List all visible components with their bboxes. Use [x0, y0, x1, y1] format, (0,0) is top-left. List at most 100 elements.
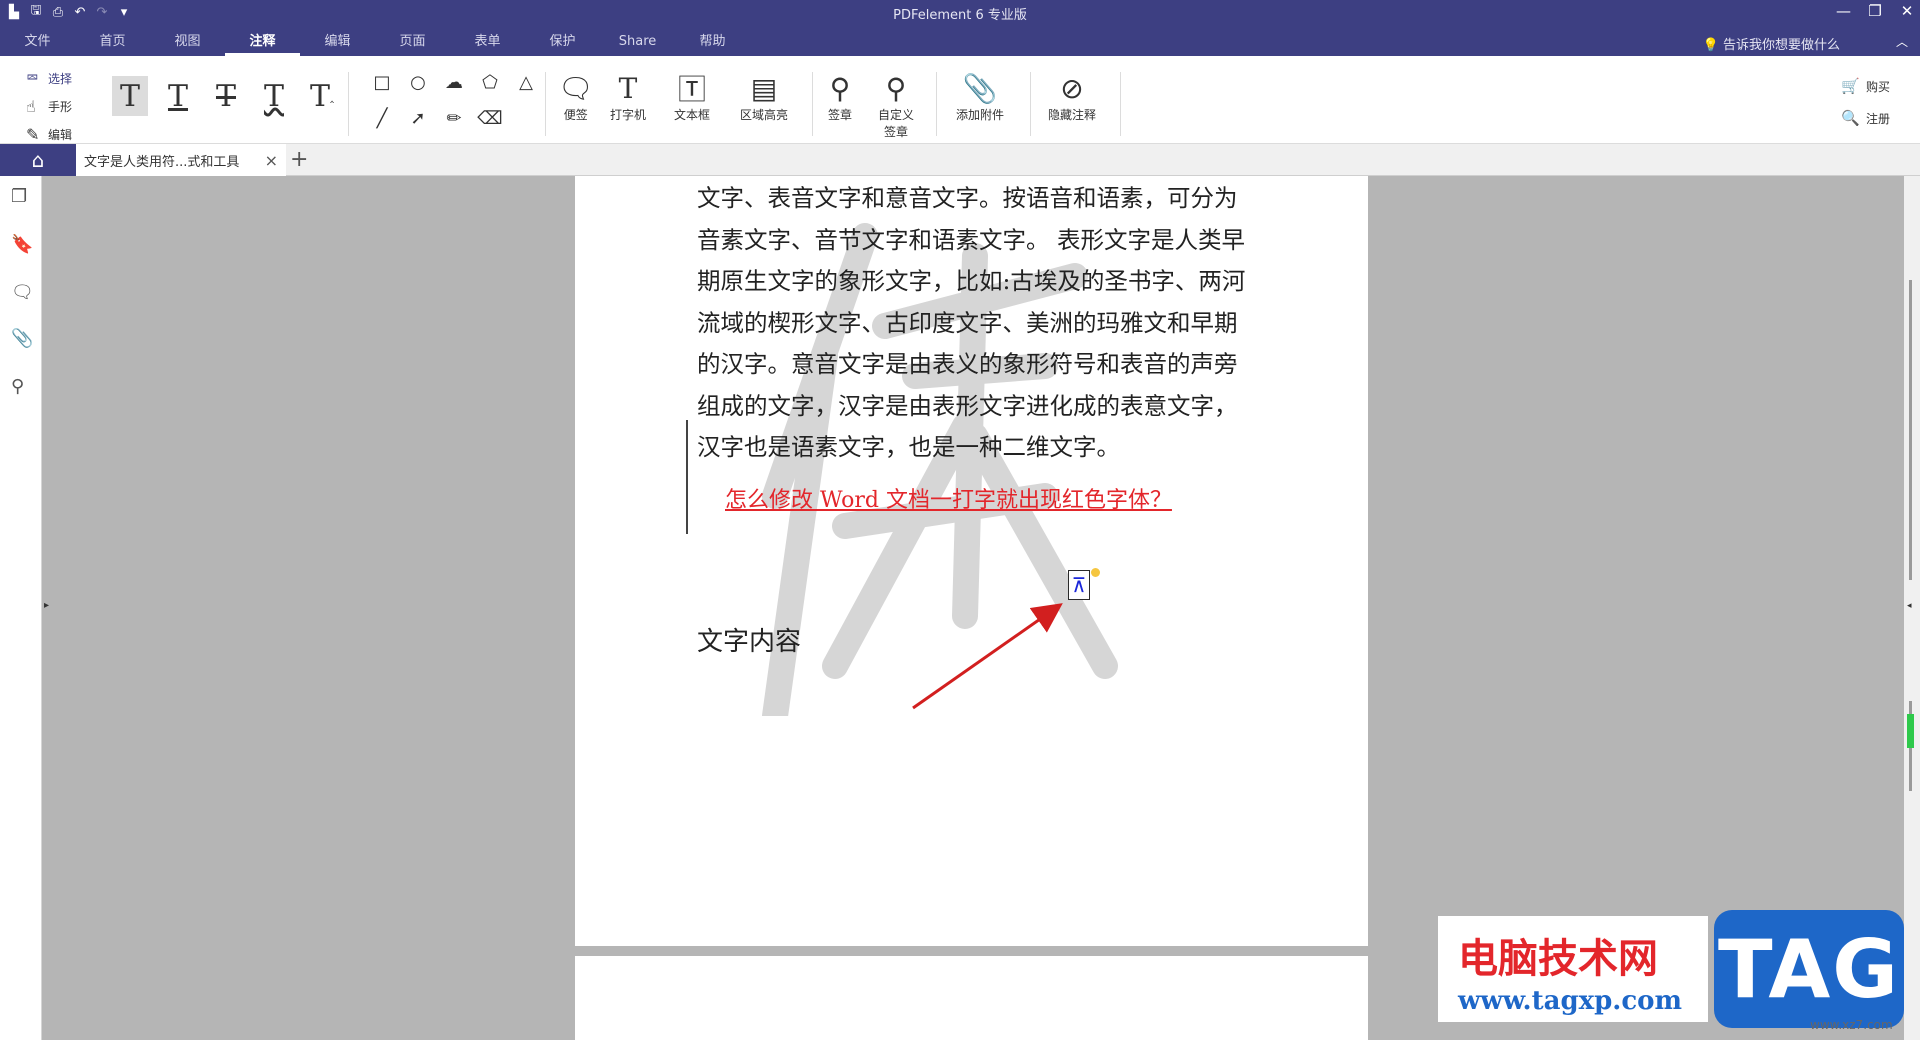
add-attachment-button[interactable]: 📎 添加附件: [956, 70, 1004, 123]
expand-panel-arrow[interactable]: ▸: [44, 600, 49, 611]
red-link-text[interactable]: 怎么修改 Word 文档一打字就出现红色字体？: [725, 482, 1172, 514]
scroll-arrow[interactable]: ◂: [1907, 601, 1912, 611]
highlight-text-button[interactable]: T: [112, 76, 148, 116]
lightbulb-icon: 💡: [1702, 38, 1719, 53]
strikethrough-text-button[interactable]: T: [208, 76, 244, 116]
text-markup-tools: T T T T T ‸: [112, 76, 340, 116]
tell-me-search[interactable]: 💡 告诉我你想要做什么: [1703, 34, 1840, 53]
text-line: 组成的文字，汉字是由表形文字进化成的表意文字，: [697, 391, 1238, 420]
note-label: 便签: [563, 108, 588, 122]
comments-icon[interactable]: 🗨: [11, 282, 34, 303]
area-highlight-label: 区域高亮: [740, 108, 789, 122]
textbox-button[interactable]: 🅃 文本框: [674, 70, 710, 123]
menu-share[interactable]: Share: [600, 30, 675, 56]
arrow-icon[interactable]: ➚: [400, 106, 436, 130]
document-tab-title: 文字是人类用符...式和工具: [84, 154, 240, 170]
polygon-icon[interactable]: ⬠: [472, 70, 508, 94]
text-line: 流域的楔形文字、古印度文字、美洲的玛雅文和早期: [697, 308, 1238, 337]
menu-help[interactable]: 帮助: [675, 30, 750, 56]
selection-tools: ⮹ 选择 ☝ 手形 ✎ 编辑: [26, 64, 72, 148]
buy-label: 购买: [1865, 79, 1890, 94]
cursor-icon: ⮹: [26, 68, 39, 87]
shape-tools: □ ○ ☁ ⬠ △ ╱ ➚ ✏ ⌫: [364, 70, 544, 130]
window-controls: — ❐ ✕: [1836, 2, 1914, 20]
site-watermark: 电脑技术网 www.tagxp.com TAG www.xz7.com: [1430, 906, 1920, 1040]
site-watermark-panel: 电脑技术网 www.tagxp.com: [1438, 916, 1708, 1022]
menu-form[interactable]: 表单: [450, 30, 525, 56]
menu-file[interactable]: 文件: [0, 30, 75, 56]
separator: [812, 72, 813, 136]
stamp-label: 签章: [828, 108, 853, 122]
menu-edit[interactable]: 编辑: [300, 30, 375, 56]
search-icon[interactable]: ⚲: [11, 376, 24, 397]
menu-view[interactable]: 视图: [150, 30, 225, 56]
minimize-button[interactable]: —: [1836, 2, 1851, 20]
triangle-icon[interactable]: △: [508, 70, 544, 94]
select-label: 选择: [48, 71, 73, 86]
hand-tool[interactable]: ☝ 手形: [26, 92, 72, 120]
note-button[interactable]: 🗨 便签: [558, 70, 594, 123]
scroll-position-indicator: [1907, 714, 1914, 748]
textbox-label: 文本框: [674, 108, 711, 122]
cart-icon: 🛒: [1841, 77, 1860, 95]
hide-annotations-button[interactable]: ⊘ 隐藏注释: [1048, 70, 1096, 123]
menu-protect[interactable]: 保护: [525, 30, 600, 56]
pdf-page-next: [575, 956, 1368, 1040]
attachment-icon[interactable]: 📎: [11, 328, 33, 349]
pencil-icon[interactable]: ✏: [436, 106, 472, 130]
menu-comment[interactable]: 注释: [225, 30, 300, 56]
oval-icon[interactable]: ○: [400, 70, 436, 94]
hand-label: 手形: [48, 99, 73, 114]
key-icon: 🔍: [1841, 109, 1860, 127]
area-highlight-icon: ▤: [750, 71, 778, 105]
hand-icon: ☝: [26, 96, 36, 116]
typewriter-button[interactable]: T 打字机: [610, 70, 646, 123]
cloud-icon[interactable]: ☁: [436, 70, 472, 94]
text-line: 文字、表音文字和意音文字。按语音和语素，可分为: [697, 184, 1238, 212]
paperclip-icon: 📎: [962, 71, 998, 105]
custom-stamp-icon: ⚲: [885, 71, 907, 105]
close-tab-icon[interactable]: ×: [265, 151, 278, 170]
add-tab-button[interactable]: +: [290, 147, 308, 172]
area-highlight-button[interactable]: ▤ 区域高亮: [740, 70, 788, 123]
text-line: 的汉字。意音文字是由表义的象形符号和表音的声旁: [697, 350, 1238, 378]
line-icon[interactable]: ╱: [364, 106, 400, 130]
separator: [545, 72, 546, 136]
edit-icon: ✎: [26, 124, 40, 144]
edit-label: 编辑: [48, 127, 73, 142]
menu-home[interactable]: 首页: [75, 30, 150, 56]
stamp-button[interactable]: ⚲ 签章: [828, 70, 852, 123]
site-url: www.tagxp.com: [1458, 986, 1683, 1016]
menu-page[interactable]: 页面: [375, 30, 450, 56]
close-button[interactable]: ✕: [1900, 2, 1914, 20]
eraser-icon[interactable]: ⌫: [472, 106, 508, 130]
custom-stamp-button[interactable]: ⚲ 自定义 签章: [878, 70, 914, 140]
scrollbar-thumb[interactable]: [1909, 280, 1912, 580]
collapse-ribbon-button[interactable]: ︿: [1896, 33, 1908, 50]
register-button[interactable]: 🔍 注册: [1841, 102, 1890, 134]
text-line: 期原生文字的象形文字，比如:古埃及的圣书字、两河: [697, 267, 1246, 295]
annotation-marker-dot: [1091, 568, 1100, 577]
eye-slash-icon: ⊘: [1060, 71, 1084, 105]
menu-bar: 文件 首页 视图 注释 编辑 页面 表单 保护 Share 帮助: [0, 30, 750, 56]
ribbon: ⮹ 选择 ☝ 手形 ✎ 编辑 T T T T T ‸ □ ○ ☁ ⬠ △ ╱ ➚ …: [0, 56, 1920, 144]
typewriter-label: 打字机: [610, 108, 647, 122]
maximize-button[interactable]: ❐: [1868, 2, 1882, 20]
home-icon: ⌂: [31, 148, 45, 172]
stamp-icon: ⚲: [829, 71, 851, 105]
left-side-panel: ❐ 🔖 🗨 📎 ⚲: [0, 176, 42, 1040]
select-tool[interactable]: ⮹ 选择: [26, 64, 72, 92]
typewriter-icon: T: [618, 71, 638, 105]
thumbnails-icon[interactable]: ❐: [11, 186, 27, 207]
site-name: 电脑技术网: [1458, 936, 1658, 982]
site-small-url: www.xz7.com: [1810, 1018, 1893, 1032]
squiggly-text-button[interactable]: T: [256, 76, 292, 116]
tell-me-text: 告诉我你想要做什么: [1722, 38, 1840, 53]
insert-text-button[interactable]: T ‸: [304, 76, 340, 116]
buy-button[interactable]: 🛒 购买: [1841, 70, 1890, 102]
document-tab[interactable]: 文字是人类用符...式和工具 ×: [76, 144, 286, 176]
underline-text-button[interactable]: T: [160, 76, 196, 116]
home-tab[interactable]: ⌂: [0, 144, 76, 176]
rectangle-icon[interactable]: □: [364, 70, 400, 94]
bookmark-icon[interactable]: 🔖: [11, 234, 33, 255]
